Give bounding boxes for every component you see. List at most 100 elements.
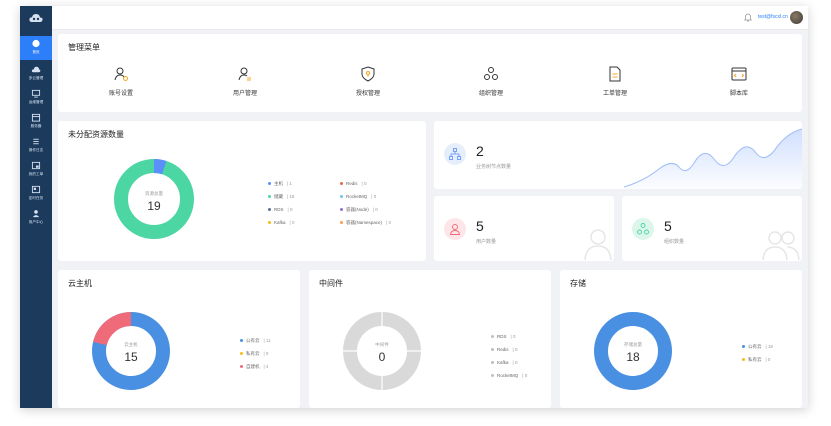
menu-user-management[interactable]: 用户管理: [210, 66, 280, 97]
sidebar-item-label: 首页: [32, 49, 40, 54]
trend-wave-decoration: [624, 128, 802, 189]
username-link[interactable]: test@fscxl.cn: [758, 14, 788, 20]
sidebar-item-server[interactable]: 服务器: [20, 110, 52, 134]
bell-icon[interactable]: [744, 13, 752, 22]
donut-center-value: 15: [124, 350, 138, 364]
legend-item: Kafka | 0: [491, 360, 517, 365]
legend-item: 容器(Namespace) | 0: [340, 220, 391, 226]
legend-item: 公有云 | 18: [742, 344, 773, 350]
sidebar-item-label: 运维管理: [28, 99, 44, 104]
legend-item: Kafka | 0: [268, 220, 294, 225]
menu-item-label: 组织管理: [478, 91, 503, 97]
user-icon: [32, 210, 40, 218]
menu-item-label: 账号设置: [108, 91, 133, 97]
legend-item: 储藏 | 18: [268, 194, 294, 200]
donut-center-value: 19: [147, 199, 161, 213]
menu-account-settings[interactable]: 账号设置: [86, 66, 156, 97]
menu-authorization[interactable]: 授权管理: [333, 66, 403, 97]
donut-center: 存储总量 18: [603, 342, 663, 364]
script-icon: [731, 67, 747, 81]
sidebar-item-tasks[interactable]: 定时任务: [20, 182, 52, 206]
stat-icon-wrap: [444, 143, 466, 165]
sidebar: 首页 多云管理 运维管理 服务器 操作日志 我的工单 定时任务 用户中心: [20, 6, 52, 408]
stat-icon-wrap: [632, 218, 654, 240]
avatar[interactable]: [790, 11, 803, 24]
sidebar-item-label: 我的工单: [28, 171, 44, 176]
menu-item-label: 用户管理: [232, 91, 257, 97]
legend-item: 主机 | 1: [268, 181, 292, 187]
user-watermark-icon: [584, 229, 612, 260]
top-header: test@fscxl.cn: [52, 6, 808, 30]
donut-center-value: 18: [626, 350, 640, 364]
business-nodes-card: 2 业务树节点数量: [434, 121, 802, 189]
donut-center-label: 存储总量: [624, 342, 642, 347]
menu-item-label: 脚本库: [729, 91, 748, 97]
legend-item: 容器(Node) | 0: [340, 207, 378, 213]
orgs-count: 5: [664, 218, 672, 234]
card-title: 未分配资源数量: [68, 130, 124, 139]
menu-item-label: 授权管理: [355, 91, 380, 97]
cloud-host-card: 云主机 云主机 15 公有云 | 11 私有云 | 0 自建机 | 4: [58, 270, 300, 408]
card-title: 云主机: [68, 279, 92, 288]
legend-item: RDS | 0: [491, 334, 515, 339]
orgs-count-card: 5 组织数量: [622, 196, 802, 261]
sidebar-item-home[interactable]: 首页: [20, 36, 52, 60]
stat-icon-wrap: [444, 218, 466, 240]
card-title: 中间件: [319, 279, 343, 288]
card-title: 管理菜单: [68, 43, 100, 52]
sidebar-item-label: 服务器: [30, 123, 42, 128]
task-icon: [31, 185, 41, 194]
orgs-label: 组织数量: [664, 239, 685, 245]
legend-item: 公有云 | 11: [240, 338, 271, 344]
sidebar-item-label: 操作日志: [28, 147, 44, 152]
monitor-icon: [31, 89, 41, 98]
menu-ticket-management[interactable]: 工单管理: [580, 66, 650, 97]
users-count: 5: [476, 218, 484, 234]
app-logo[interactable]: [20, 6, 52, 30]
users-label: 用户数量: [476, 239, 497, 245]
legend-item: RDS | 0: [268, 207, 292, 212]
management-menu-card: 管理菜单 账号设置 用户管理 授权管理 组织管理 工单管理 脚本库: [58, 34, 802, 112]
legend-item: 自建机 | 4: [240, 364, 268, 370]
menu-organization[interactable]: 组织管理: [456, 66, 526, 97]
tree-icon: [449, 148, 461, 160]
business-nodes-label: 业务树节点数量: [476, 164, 512, 170]
menu-script-library[interactable]: 脚本库: [704, 66, 774, 97]
ticket-icon: [31, 161, 41, 170]
sidebar-item-logs[interactable]: 操作日志: [20, 134, 52, 158]
donut-slice-host: [153, 158, 167, 175]
sidebar-item-ops[interactable]: 运维管理: [20, 86, 52, 110]
legend-item: 私有云 | 0: [240, 351, 268, 357]
sidebar-item-multicloud[interactable]: 多云管理: [20, 62, 52, 86]
donut-center-value: 0: [378, 350, 386, 364]
account-settings-icon: [114, 67, 128, 81]
donut-center-label: 中间件: [375, 342, 389, 347]
users-count-card: 5 用户数量: [434, 196, 614, 261]
ticket-doc-icon: [609, 66, 621, 82]
donut-center: 中间件 0: [352, 342, 412, 364]
sidebar-item-tickets[interactable]: 我的工单: [20, 158, 52, 182]
user-icon: [449, 224, 461, 235]
shield-icon: [361, 66, 375, 82]
donut-slice-self-built: [93, 312, 132, 346]
donut-center-label: 资源总量: [145, 191, 163, 196]
user-manage-icon: [238, 67, 251, 81]
calendar-icon: [31, 113, 41, 122]
org-icon: [637, 223, 649, 235]
donut-center-label: 云主机: [124, 342, 138, 347]
legend-item: Redis | 0: [340, 181, 366, 186]
app-window: 首页 多云管理 运维管理 服务器 操作日志 我的工单 定时任务 用户中心 tes…: [20, 6, 808, 408]
menu-item-label: 工单管理: [602, 91, 627, 97]
group-watermark-icon: [762, 231, 800, 260]
list-icon: [33, 138, 39, 145]
storage-card: 存储 存储总量 18 公有云 | 18 私有云 | 0: [560, 270, 802, 408]
cloud-logo-icon: [29, 14, 43, 22]
legend-item: 私有云 | 0: [742, 357, 770, 363]
org-icon: [484, 67, 498, 80]
legend-item: RocketMQ | 0: [491, 373, 527, 378]
sidebar-item-label: 多云管理: [28, 75, 44, 80]
sidebar-item-label: 用户中心: [28, 219, 44, 224]
sidebar-item-label: 定时任务: [28, 195, 44, 200]
legend-item: RocketMQ | 0: [340, 194, 376, 199]
sidebar-item-user-center[interactable]: 用户中心: [20, 206, 52, 230]
